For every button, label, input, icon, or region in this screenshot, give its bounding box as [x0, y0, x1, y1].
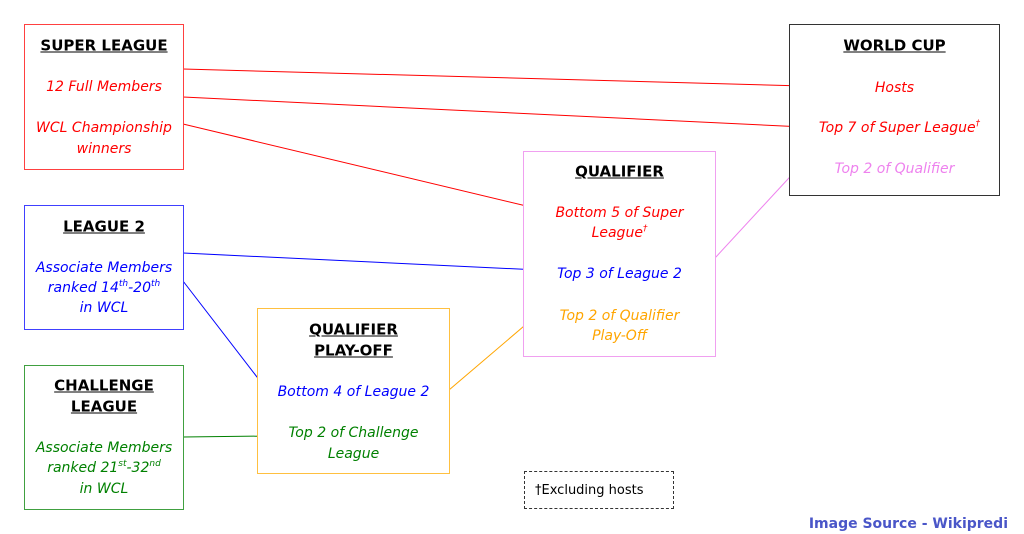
arrow-super-to-hosts: [182, 68, 805, 90]
playoff-title: PLAY-OFF: [314, 341, 393, 360]
qualifier-title: QUALIFIER: [575, 162, 664, 181]
super-league-line: winners: [76, 141, 132, 157]
world-cup-box: WORLD CUP Hosts Top 7 of Super League† T…: [789, 24, 1000, 196]
world-cup-entry: Top 2 of Qualifier: [834, 161, 955, 177]
qualifier-entry: Top 3 of League 2: [557, 266, 682, 282]
super-league-line: 12 Full Members: [46, 79, 162, 95]
challenge-line: ranked 21st-32nd: [47, 459, 161, 476]
playoff-entry: League: [327, 446, 380, 462]
super-league-box: SUPER LEAGUE 12 Full Members WCL Champio…: [24, 24, 184, 170]
challenge-title: LEAGUE: [70, 397, 138, 416]
league2-line: Associate Members: [35, 260, 173, 276]
league2-line: ranked 14th-20th: [47, 279, 161, 296]
playoff-entry: Top 2 of Challenge: [288, 425, 419, 441]
super-league-line: WCL Championship: [36, 120, 172, 136]
qualifier-entry: Top 2 of Qualifier: [559, 308, 680, 324]
qualifier-box: QUALIFIER Bottom 5 of Super League† Top …: [523, 151, 716, 357]
footnote-box: †Excluding hosts: [524, 471, 674, 509]
world-cup-title: WORLD CUP: [843, 36, 946, 55]
qualifier-entry: Bottom 5 of Super: [555, 205, 684, 221]
world-cup-entry: Hosts: [874, 80, 915, 96]
playoff-entry: Bottom 4 of League 2: [277, 384, 430, 400]
arrow-super-to-qualifier: [182, 123, 540, 211]
qualifier-entry: Play-Off: [592, 328, 647, 344]
arrow-qualifier-to-worldcup: [714, 165, 801, 259]
league2-box: LEAGUE 2 Associate Members ranked 14th-2…: [24, 205, 184, 330]
super-league-title: SUPER LEAGUE: [40, 36, 168, 55]
image-source-credit: Image Source - Wikipredi: [808, 516, 1008, 532]
league2-title: LEAGUE 2: [63, 217, 145, 236]
playoff-title: QUALIFIER: [309, 320, 398, 339]
league2-line: in WCL: [79, 300, 129, 316]
challenge-line: Associate Members: [35, 440, 173, 456]
challenge-league-box: CHALLENGE LEAGUE Associate Members ranke…: [24, 365, 184, 510]
qualifier-entry: League†: [591, 224, 648, 241]
challenge-line: in WCL: [79, 481, 129, 497]
arrow-super-to-top7: [182, 96, 805, 131]
world-cup-entry: Top 7 of Super League†: [818, 119, 981, 136]
qualifier-playoff-box: QUALIFIER PLAY-OFF Bottom 4 of League 2 …: [257, 308, 450, 474]
challenge-title: CHALLENGE: [54, 376, 154, 395]
arrow-league2-to-playoff: [182, 280, 268, 391]
arrow-league2-to-qualifier: [182, 252, 540, 274]
